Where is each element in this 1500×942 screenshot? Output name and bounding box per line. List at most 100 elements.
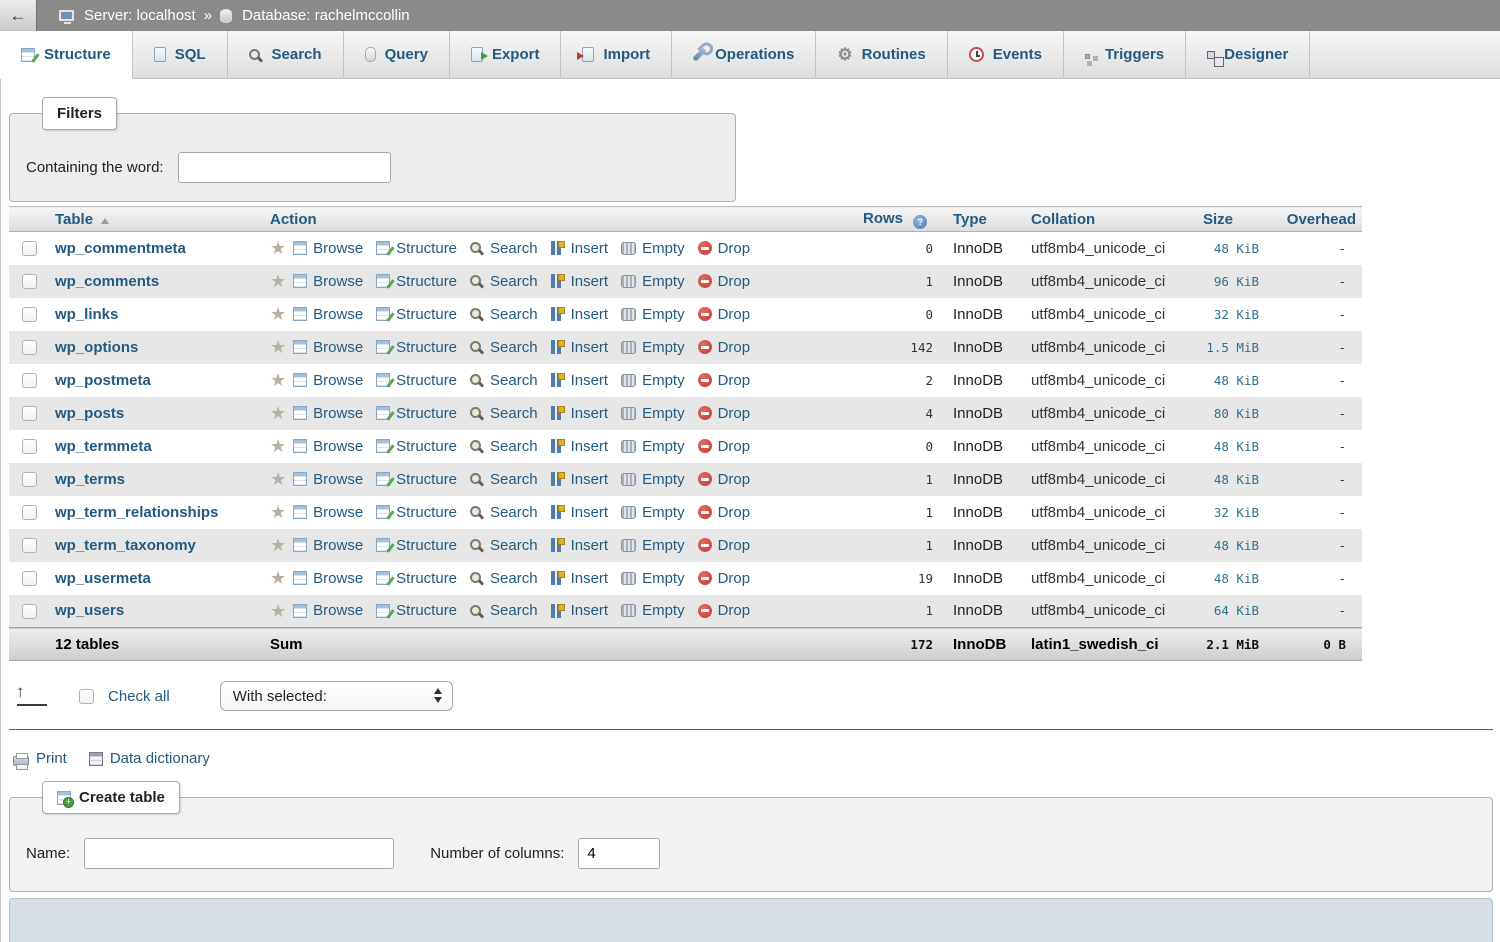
insert-link[interactable]: Insert (551, 273, 609, 290)
size-value[interactable]: 48 KiB (1197, 364, 1269, 397)
insert-link[interactable]: Insert (551, 372, 609, 389)
drop-link[interactable]: Drop (698, 471, 751, 488)
drop-link[interactable]: Drop (698, 570, 751, 587)
browse-link[interactable]: Browse (293, 602, 363, 619)
drop-link[interactable]: Drop (698, 602, 751, 619)
row-checkbox[interactable] (22, 307, 37, 322)
structure-link[interactable]: Structure (376, 273, 457, 290)
insert-link[interactable]: Insert (551, 405, 609, 422)
drop-link[interactable]: Drop (698, 405, 751, 422)
tab-events[interactable]: Events (948, 31, 1064, 78)
empty-link[interactable]: Empty (621, 438, 685, 455)
search-link[interactable]: Search (470, 471, 538, 488)
drop-link[interactable]: Drop (698, 537, 751, 554)
row-checkbox[interactable] (22, 439, 37, 454)
favorite-star-icon[interactable]: ★ (270, 538, 286, 552)
table-name-link[interactable]: wp_term_relationships (55, 504, 218, 521)
check-all-label[interactable]: Check all (108, 688, 170, 705)
browse-link[interactable]: Browse (293, 339, 363, 356)
empty-link[interactable]: Empty (621, 504, 685, 521)
row-checkbox[interactable] (22, 505, 37, 520)
containing-word-input[interactable] (178, 152, 391, 183)
drop-link[interactable]: Drop (698, 339, 751, 356)
row-checkbox[interactable] (22, 373, 37, 388)
favorite-star-icon[interactable]: ★ (270, 274, 286, 288)
columns-count-input[interactable] (578, 838, 660, 869)
structure-link[interactable]: Structure (376, 405, 457, 422)
row-checkbox[interactable] (22, 604, 37, 619)
drop-link[interactable]: Drop (698, 504, 751, 521)
tab-operations[interactable]: Operations (672, 31, 816, 78)
size-value[interactable]: 96 KiB (1197, 265, 1269, 298)
favorite-star-icon[interactable]: ★ (270, 472, 286, 486)
row-checkbox[interactable] (22, 472, 37, 487)
row-checkbox[interactable] (22, 340, 37, 355)
new-table-name-input[interactable] (84, 838, 394, 869)
browse-link[interactable]: Browse (293, 471, 363, 488)
browse-link[interactable]: Browse (293, 372, 363, 389)
table-name-link[interactable]: wp_usermeta (55, 570, 151, 587)
breadcrumb-database-link[interactable]: Database: rachelmccollin (242, 7, 410, 24)
header-table[interactable]: Table (49, 207, 264, 232)
header-size[interactable]: Size (1197, 207, 1269, 232)
header-overhead[interactable]: Overhead (1269, 207, 1362, 232)
drop-link[interactable]: Drop (698, 306, 751, 323)
check-all-checkbox[interactable] (79, 689, 94, 704)
favorite-star-icon[interactable]: ★ (270, 307, 286, 321)
row-checkbox[interactable] (22, 571, 37, 586)
size-value[interactable]: 48 KiB (1197, 232, 1269, 265)
insert-link[interactable]: Insert (551, 339, 609, 356)
size-value[interactable]: 48 KiB (1197, 529, 1269, 562)
insert-link[interactable]: Insert (551, 438, 609, 455)
table-name-link[interactable]: wp_terms (55, 471, 125, 488)
table-name-link[interactable]: wp_commentmeta (55, 240, 186, 257)
drop-link[interactable]: Drop (698, 273, 751, 290)
search-link[interactable]: Search (470, 372, 538, 389)
favorite-star-icon[interactable]: ★ (270, 439, 286, 453)
header-type[interactable]: Type (947, 207, 1025, 232)
search-link[interactable]: Search (470, 570, 538, 587)
empty-link[interactable]: Empty (621, 372, 685, 389)
search-link[interactable]: Search (470, 240, 538, 257)
table-name-link[interactable]: wp_term_taxonomy (55, 537, 196, 554)
search-link[interactable]: Search (470, 504, 538, 521)
tab-designer[interactable]: Designer (1186, 31, 1310, 78)
row-checkbox[interactable] (22, 274, 37, 289)
favorite-star-icon[interactable]: ★ (270, 340, 286, 354)
structure-link[interactable]: Structure (376, 602, 457, 619)
table-name-link[interactable]: wp_termmeta (55, 438, 152, 455)
browse-link[interactable]: Browse (293, 504, 363, 521)
size-value[interactable]: 32 KiB (1197, 496, 1269, 529)
search-link[interactable]: Search (470, 306, 538, 323)
insert-link[interactable]: Insert (551, 306, 609, 323)
browse-link[interactable]: Browse (293, 240, 363, 257)
table-name-link[interactable]: wp_links (55, 306, 118, 323)
browse-link[interactable]: Browse (293, 570, 363, 587)
insert-link[interactable]: Insert (551, 504, 609, 521)
tab-structure[interactable]: Structure (0, 31, 133, 79)
tab-routines[interactable]: ⚙ Routines (816, 31, 947, 78)
favorite-star-icon[interactable]: ★ (270, 373, 286, 387)
structure-link[interactable]: Structure (376, 306, 457, 323)
table-name-link[interactable]: wp_options (55, 339, 138, 356)
empty-link[interactable]: Empty (621, 570, 685, 587)
empty-link[interactable]: Empty (621, 339, 685, 356)
row-checkbox[interactable] (22, 241, 37, 256)
table-name-link[interactable]: wp_comments (55, 273, 159, 290)
row-checkbox[interactable] (22, 538, 37, 553)
search-link[interactable]: Search (470, 602, 538, 619)
favorite-star-icon[interactable]: ★ (270, 241, 286, 255)
search-link[interactable]: Search (470, 273, 538, 290)
structure-link[interactable]: Structure (376, 504, 457, 521)
size-value[interactable]: 32 KiB (1197, 298, 1269, 331)
help-icon[interactable]: ? (913, 215, 927, 229)
empty-link[interactable]: Empty (621, 306, 685, 323)
search-link[interactable]: Search (470, 438, 538, 455)
empty-link[interactable]: Empty (621, 537, 685, 554)
tab-sql[interactable]: SQL (133, 31, 228, 78)
insert-link[interactable]: Insert (551, 471, 609, 488)
empty-link[interactable]: Empty (621, 602, 685, 619)
print-link[interactable]: Print (13, 750, 67, 767)
favorite-star-icon[interactable]: ★ (270, 505, 286, 519)
browse-link[interactable]: Browse (293, 273, 363, 290)
